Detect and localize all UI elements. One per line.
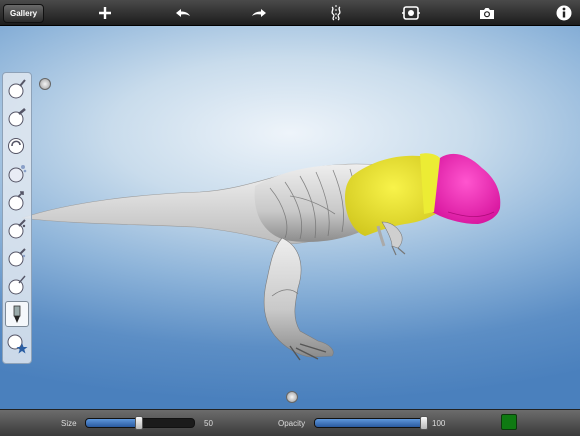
tool-panel xyxy=(2,72,32,364)
gallery-button[interactable]: Gallery xyxy=(3,4,45,23)
bottom-toolbar: Size 50 Opacity 100 xyxy=(0,409,580,436)
recenter-icon[interactable] xyxy=(401,3,421,23)
color-swatch[interactable] xyxy=(501,414,517,430)
size-slider-thumb[interactable] xyxy=(135,416,143,430)
smooth-brush-icon[interactable] xyxy=(6,161,28,185)
crease-brush-icon[interactable] xyxy=(6,273,28,297)
material-brush-icon[interactable] xyxy=(6,331,28,355)
undo-icon[interactable] xyxy=(173,3,193,23)
redo-icon[interactable] xyxy=(249,3,269,23)
pinch-brush-icon[interactable] xyxy=(6,133,28,157)
stamp-brush-icon[interactable] xyxy=(6,245,28,269)
trex-hind-leg xyxy=(263,237,334,358)
camera-icon[interactable] xyxy=(477,3,497,23)
grab-brush-icon[interactable] xyxy=(6,189,28,213)
paint-brush-icon[interactable] xyxy=(5,301,29,327)
size-label: Size xyxy=(61,419,77,428)
opacity-slider[interactable] xyxy=(314,418,426,428)
draw-brush-icon[interactable] xyxy=(6,77,28,101)
inflate-brush-icon[interactable] xyxy=(6,217,28,241)
symmetry-icon[interactable] xyxy=(326,3,346,23)
model-info-icon[interactable] xyxy=(39,78,51,90)
add-icon[interactable] xyxy=(95,3,115,23)
flatten-brush-icon[interactable] xyxy=(6,105,28,129)
top-toolbar: Gallery xyxy=(0,0,580,26)
opacity-slider-thumb[interactable] xyxy=(420,416,428,430)
opacity-label: Opacity xyxy=(278,419,306,428)
opacity-value: 100 xyxy=(432,419,446,428)
trex-model[interactable] xyxy=(0,26,580,409)
floor-marker-icon[interactable] xyxy=(286,391,298,403)
sculpt-canvas[interactable] xyxy=(0,26,580,409)
size-value: 50 xyxy=(204,419,213,428)
info-icon[interactable] xyxy=(554,3,574,23)
